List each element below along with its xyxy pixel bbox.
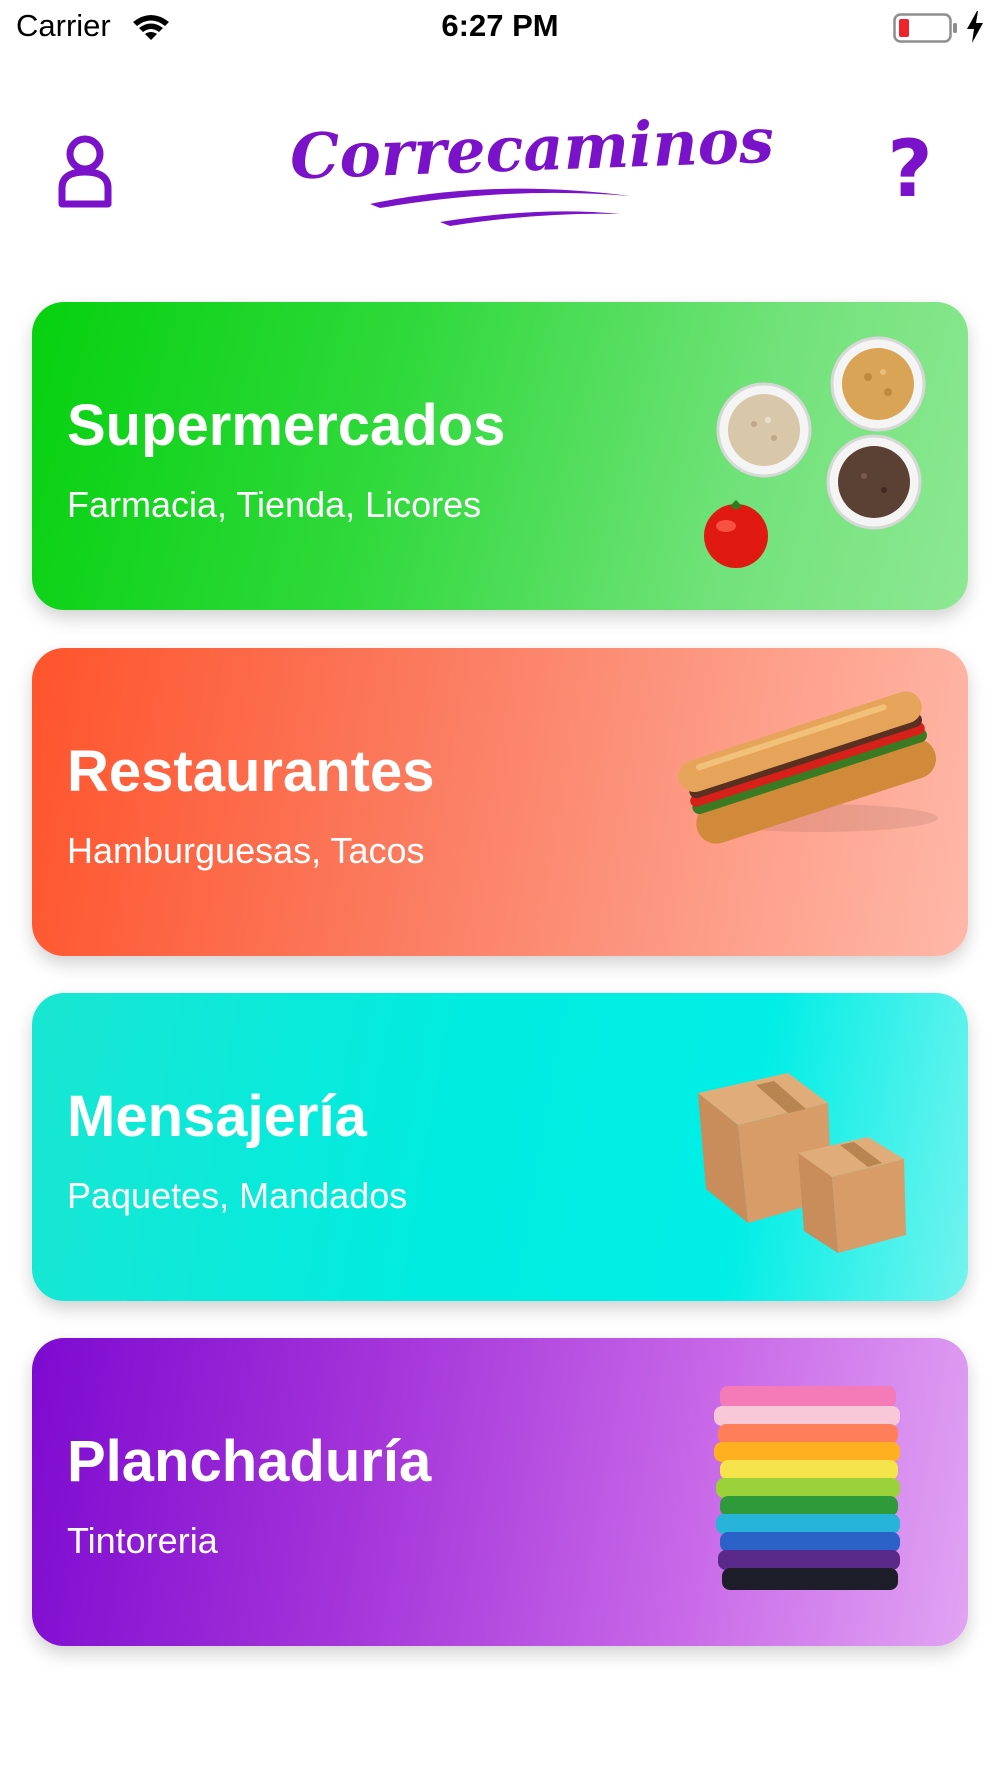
cardboard-boxes-icon [698, 1073, 906, 1253]
category-card-supermercados[interactable]: Supermercados Farmacia, Tienda, Licores [32, 302, 968, 610]
carrier-label: Carrier [16, 8, 111, 43]
card-subtitle: Hamburguesas, Tacos [67, 830, 425, 871]
card-title: Restaurantes [67, 739, 435, 804]
wifi-icon [133, 15, 169, 40]
card-subtitle: Paquetes, Mandados [67, 1175, 408, 1216]
app-header: Correcaminos ? [0, 100, 1000, 250]
card-subtitle: Tintoreria [67, 1520, 218, 1561]
help-button[interactable]: ? [880, 130, 940, 210]
card-title: Planchaduría [67, 1429, 432, 1494]
card-title: Supermercados [67, 393, 506, 458]
battery-low-icon [893, 13, 957, 43]
status-bar: Carrier 6:27 PM [0, 0, 1000, 58]
user-profile-icon[interactable] [56, 132, 114, 210]
category-card-mensajeria[interactable]: Mensajería Paquetes, Mandados [32, 993, 968, 1301]
charging-bolt-icon [967, 11, 983, 43]
logo-swoosh-icon [370, 188, 630, 226]
card-title: Mensajería [67, 1084, 367, 1149]
category-card-planchaduria[interactable]: Planchaduría Tintoreria [32, 1338, 968, 1646]
app-logo: Correcaminos [289, 100, 775, 240]
sandwich-icon [678, 691, 938, 844]
spice-bowls-icon [704, 336, 926, 568]
help-icon: ? [887, 125, 933, 215]
card-subtitle: Farmacia, Tienda, Licores [67, 484, 482, 525]
category-card-restaurantes[interactable]: Restaurantes Hamburguesas, Tacos [32, 648, 968, 956]
folded-clothes-icon [714, 1386, 900, 1590]
